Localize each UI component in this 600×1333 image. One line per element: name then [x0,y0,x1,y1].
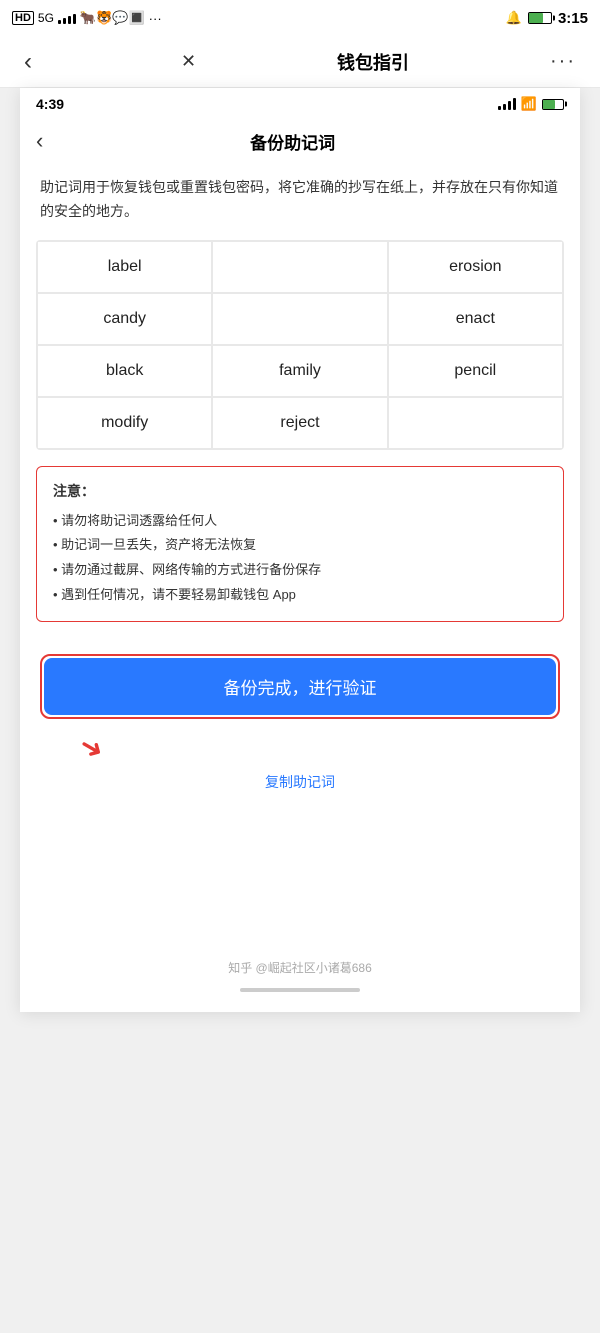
backup-btn-outline: 备份完成，进行验证 [40,654,560,719]
mnemonic-word-4: candy [38,294,211,344]
warning-box: 注意： • 请勿将助记词透露给任何人 • 助记词一旦丢失，资产将无法恢复 • 请… [36,466,564,623]
outer-back-button[interactable]: ‹ [16,44,40,80]
mnemonic-word-10: modify [38,398,211,448]
outer-status-left: HD 5G 🐂🐯💬🔳 ··· [12,10,162,26]
inner-status-bar: 4:39 📶 [20,88,580,120]
inner-back-button[interactable]: ‹ [36,128,43,154]
outer-status-right: 🔔 3:15 [506,10,588,27]
signal-icon [58,12,76,24]
mnemonic-word-5 [213,294,386,344]
attribution-text: 知乎 @崛起社区小诸葛686 [228,959,372,976]
warning-item-1: • 请勿将助记词透露给任何人 [53,509,547,534]
outer-nav-title: 钱包指引 [337,49,409,75]
mnemonic-word-2 [213,242,386,292]
hd-label: HD [12,11,34,25]
outer-close-button[interactable]: ✕ [173,47,204,76]
mnemonic-word-7: black [38,346,211,396]
copy-mnemonic-link[interactable]: 复制助记词 [265,774,335,790]
more-dots: ··· [149,11,162,26]
outer-time: 3:15 [558,10,588,27]
outer-status-bar: HD 5G 🐂🐯💬🔳 ··· 🔔 3:15 [0,0,600,36]
inner-nav-title: 备份助记词 [51,129,534,154]
mnemonic-word-12 [389,398,562,448]
bottom-home-bar [240,988,360,992]
mnemonic-word-6: enact [389,294,562,344]
inner-signal-icon [498,98,516,110]
copy-link-area: 复制助记词 [20,764,580,812]
phone-frame: 4:39 📶 ‹ 备份助记词 助记词用于恢复钱包或重置钱包密码，将它准确的抄写在… [20,88,580,1012]
mnemonic-word-11: reject [213,398,386,448]
mnemonic-grid: label erosion candy enact black family p… [38,242,562,448]
backup-btn-area: 备份完成，进行验证 [20,638,580,727]
inner-wifi-icon: 📶 [521,96,537,112]
warning-item-3: • 请勿通过截屏、网络传输的方式进行备份保存 [53,558,547,583]
outer-nav-bar: ‹ ✕ 钱包指引 ··· [0,36,600,88]
inner-status-right: 📶 [498,96,564,112]
outer-battery-icon [528,12,552,24]
signal-label: 5G [38,11,54,25]
mnemonic-word-1: label [38,242,211,292]
inner-nav: ‹ 备份助记词 [20,120,580,166]
bell-icon: 🔔 [506,10,522,26]
arrow-icon: ➜ [73,728,110,768]
backup-button[interactable]: 备份完成，进行验证 [44,658,556,715]
apps-icons: 🐂🐯💬🔳 [80,10,145,26]
description-text: 助记词用于恢复钱包或重置钱包密码，将它准确的抄写在纸上，并存放在只有你知道的安全… [40,176,560,224]
outer-more-button[interactable]: ··· [542,46,584,77]
inner-time: 4:39 [36,96,64,112]
warning-item-2: • 助记词一旦丢失，资产将无法恢复 [53,533,547,558]
warning-item-4: • 遇到任何情况，请不要轻易卸载钱包 App [53,583,547,608]
mnemonic-grid-container: label erosion candy enact black family p… [36,240,564,450]
mnemonic-word-8: family [213,346,386,396]
arrow-area: ➜ [20,727,580,764]
mnemonic-word-9: pencil [389,346,562,396]
mnemonic-word-3: erosion [389,242,562,292]
bottom-area: 知乎 @崛起社区小诸葛686 [20,812,580,1012]
warning-title: 注意： [53,481,547,501]
description-area: 助记词用于恢复钱包或重置钱包密码，将它准确的抄写在纸上，并存放在只有你知道的安全… [20,166,580,240]
inner-battery-icon [542,99,564,110]
